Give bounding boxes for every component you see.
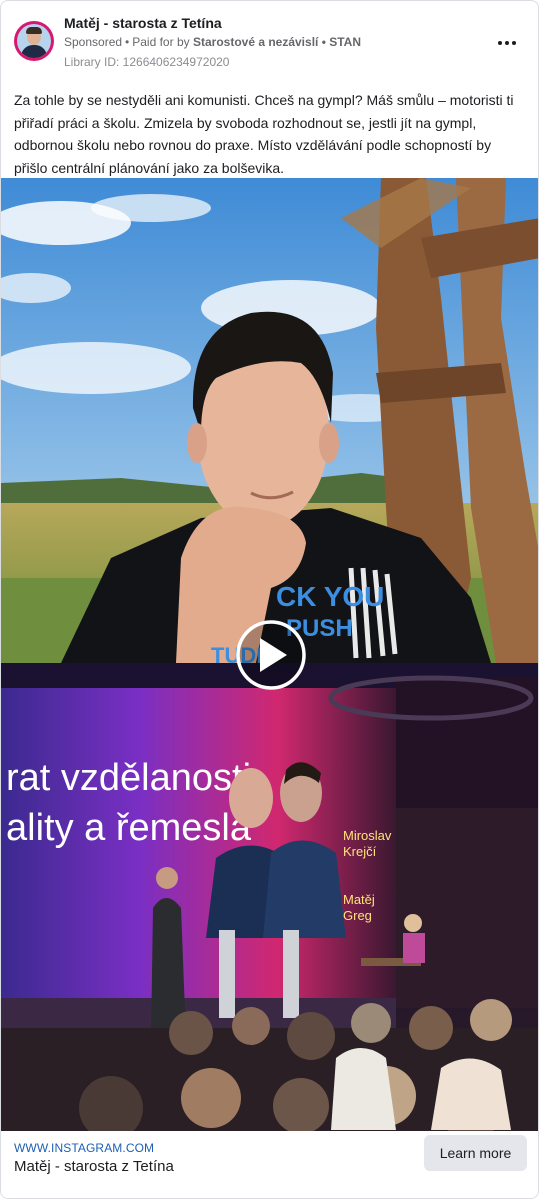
ad-body-text: Za tohle by se nestyděli ani komunisti. …	[14, 92, 514, 176]
page-name-link[interactable]: Matěj - starosta z Tetína	[64, 15, 222, 31]
separator-dot: •	[125, 35, 130, 49]
sponsored-line: Sponsored • Paid for by Starostové a nezáv…	[64, 35, 361, 49]
shirt-text: CK YOU	[276, 581, 384, 612]
stage-text: ality a řemesla	[6, 807, 252, 849]
lectern	[283, 930, 299, 1018]
screen-face	[229, 768, 273, 828]
sponsored-label: Sponsored	[64, 35, 123, 49]
learn-more-button[interactable]: Learn more	[424, 1135, 527, 1171]
ad-card: Matěj - starosta z Tetína Sponsored • Paid…	[0, 0, 539, 1199]
audience-head	[287, 1012, 335, 1060]
paid-for-by-label: Paid for by	[132, 35, 190, 49]
link-footer[interactable]: WWW.INSTAGRAM.COM Matěj - starosta z Tet…	[1, 1131, 538, 1198]
post-header: Matěj - starosta z Tetína Sponsored • Paid…	[1, 1, 538, 83]
audience-head	[181, 1068, 241, 1128]
ceiling	[396, 678, 538, 808]
more-options-icon-dot	[512, 41, 516, 45]
link-domain: WWW.INSTAGRAM.COM	[14, 1141, 155, 1155]
stage-text: rat vzdělanosti,	[6, 757, 262, 799]
screen-label: Greg	[343, 908, 372, 923]
screen-label: Miroslav	[343, 828, 392, 843]
library-id: Library ID: 1266406234972020	[64, 55, 230, 69]
page-avatar[interactable]	[14, 21, 54, 61]
more-options-icon	[498, 41, 502, 45]
presenter-head	[156, 867, 178, 889]
cloud	[91, 194, 211, 222]
audience-shirt	[431, 1058, 511, 1130]
audience-head	[351, 1003, 391, 1043]
screen-suit	[263, 840, 346, 938]
lectern	[219, 930, 235, 1018]
screen-label: Matěj	[343, 892, 375, 907]
avatar-body	[21, 45, 47, 58]
audience-shirt	[331, 1048, 396, 1130]
link-title: Matěj - starosta z Tetína	[14, 1158, 174, 1175]
more-options-icon-dot	[505, 41, 509, 45]
person-ear	[187, 423, 207, 463]
more-options-button[interactable]	[493, 29, 521, 57]
payer-name: Starostové a nezávislí • STAN	[192, 35, 362, 49]
audience-head	[470, 999, 512, 1041]
video-frame: CK YOU PUSH TUDE rat vzdělanosti, ality …	[1, 178, 538, 1131]
avatar-photo	[17, 24, 51, 58]
audience-head	[169, 1011, 213, 1055]
screen-label: Krejčí	[343, 844, 377, 859]
panelist	[403, 933, 425, 963]
panelist-head	[404, 914, 422, 932]
audience-head	[409, 1006, 453, 1050]
avatar-hair	[26, 27, 42, 34]
person-ear	[319, 423, 339, 463]
side-wall	[396, 808, 538, 1008]
audience-head	[232, 1007, 270, 1045]
video-thumbnail[interactable]: CK YOU PUSH TUDE rat vzdělanosti, ality …	[1, 178, 538, 1131]
